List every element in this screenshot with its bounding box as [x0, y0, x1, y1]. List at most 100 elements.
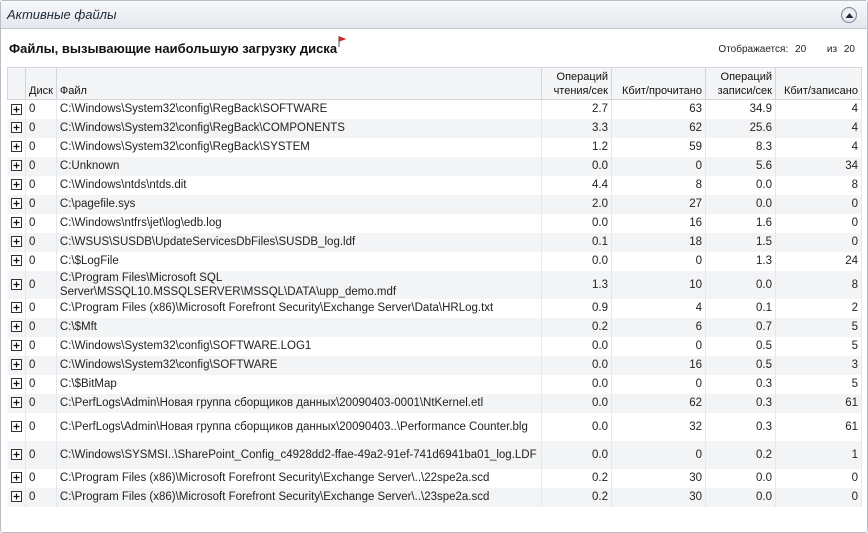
kb-written-cell: 0: [775, 194, 862, 214]
kb-written-cell: 24: [775, 251, 862, 271]
expand-cell: [7, 468, 26, 488]
column-header-reads[interactable]: Операций чтения/сек: [541, 67, 612, 100]
expand-plus-icon[interactable]: [10, 491, 22, 503]
table-row[interactable]: 0 C:\Program Files (x86)\Microsoft Forefr…: [7, 468, 862, 488]
disk-cell: 0: [25, 412, 57, 441]
expand-plus-icon[interactable]: [10, 302, 22, 314]
chevron-up-icon: [845, 12, 853, 18]
column-header-writes[interactable]: Операций записи/сек: [705, 67, 776, 100]
table-row[interactable]: 0 C:\Program Files\Microsoft SQL Server\M…: [7, 270, 862, 299]
disk-cell: 0: [25, 487, 57, 507]
expand-cell: [7, 298, 26, 318]
reads-cell: 0.0: [541, 412, 612, 441]
expand-plus-icon[interactable]: [10, 321, 22, 333]
column-header-disk[interactable]: Диск: [25, 67, 57, 100]
kb-written-cell: 4: [775, 118, 862, 138]
table-row[interactable]: 0 C:\$BitMap 0.0 0 0.3 5: [7, 374, 862, 394]
disk-cell: 0: [25, 156, 57, 176]
files-table: Диск Файл Операций чтения/сек Кбит/прочит…: [7, 67, 862, 507]
table-row[interactable]: 0 C:\Program Files (x86)\Microsoft Forefr…: [7, 487, 862, 507]
kb-read-cell: 6: [611, 317, 706, 337]
table-row[interactable]: 0 C:\Windows\System32\config\RegBack\SYST…: [7, 137, 862, 157]
expand-plus-icon[interactable]: [10, 448, 22, 460]
expand-plus-icon[interactable]: [10, 217, 22, 229]
expand-plus-icon[interactable]: [10, 236, 22, 248]
writes-cell: 0.0: [705, 487, 776, 507]
expand-plus-icon[interactable]: [10, 420, 22, 432]
file-cell: C:\Windows\System32\config\RegBack\SOFTW…: [56, 99, 543, 119]
kb-read-cell: 30: [611, 468, 706, 488]
reads-cell: 0.2: [541, 468, 612, 488]
expand-plus-icon[interactable]: [10, 340, 22, 352]
file-cell: C:\WSUS\SUSDB\UpdateServicesDbFiles\SUSD…: [56, 232, 543, 252]
expand-plus-icon[interactable]: [10, 179, 22, 191]
column-header-kb-read[interactable]: Кбит/прочитано: [611, 67, 706, 100]
kb-written-cell: 5: [775, 317, 862, 337]
writes-cell: 0.2: [705, 440, 776, 469]
reads-cell: 0.0: [541, 374, 612, 394]
count-info: Отображается: 20 из 20: [714, 44, 855, 55]
expand-plus-icon[interactable]: [10, 198, 22, 210]
expand-cell: [7, 137, 26, 157]
expand-cell: [7, 317, 26, 337]
column-header-file[interactable]: Файл: [55, 67, 543, 100]
writes-cell: 0.3: [705, 393, 776, 413]
table-row[interactable]: 0 C:\$Mft 0.2 6 0.7 5: [7, 317, 862, 337]
table-row[interactable]: 0 C:Unknown 0.0 0 5.6 34: [7, 156, 862, 176]
kb-written-cell: 8: [775, 175, 862, 195]
flag-icon[interactable]: [338, 36, 347, 47]
kb-read-cell: 0: [611, 336, 706, 356]
reads-cell: 1.3: [541, 270, 612, 299]
kb-read-cell: 32: [611, 412, 706, 441]
expand-plus-icon[interactable]: [10, 122, 22, 134]
kb-written-cell: 8: [775, 270, 862, 299]
table-row[interactable]: 0 C:\WSUS\SUSDB\UpdateServicesDbFiles\SUS…: [7, 232, 862, 252]
expand-plus-icon[interactable]: [10, 397, 22, 409]
kb-written-cell: 3: [775, 355, 862, 375]
expand-cell: [7, 232, 26, 252]
expand-plus-icon[interactable]: [10, 103, 22, 115]
table-row[interactable]: 0 C:\Windows\SYSMSI..\SharePoint_Config_c…: [7, 440, 862, 469]
table-row[interactable]: 0 C:\Windows\System32\config\RegBack\SOFT…: [7, 99, 862, 119]
reads-cell: 0.1: [541, 232, 612, 252]
reads-cell: 0.0: [541, 393, 612, 413]
expand-plus-icon[interactable]: [10, 472, 22, 484]
expand-cell: [7, 118, 26, 138]
writes-cell: 0.3: [705, 412, 776, 441]
expand-plus-icon[interactable]: [10, 378, 22, 390]
table-row[interactable]: 0 C:\Windows\ntds\ntds.dit 4.4 8 0.0 8: [7, 175, 862, 195]
table-row[interactable]: 0 C:\pagefile.sys 2.0 27 0.0 0: [7, 194, 862, 214]
kb-read-cell: 18: [611, 232, 706, 252]
expand-plus-icon[interactable]: [10, 278, 22, 290]
reads-cell: 0.0: [541, 336, 612, 356]
table-row[interactable]: 0 C:\Windows\System32\config\SOFTWARE.LOG…: [7, 336, 862, 356]
reads-cell: 1.2: [541, 137, 612, 157]
table-row[interactable]: 0 C:\PerfLogs\Admin\Новая группа сборщико…: [7, 412, 862, 441]
column-header-kb-written[interactable]: Кбит/записано: [775, 67, 862, 100]
writes-cell: 0.5: [705, 336, 776, 356]
reads-cell: 0.0: [541, 156, 612, 176]
writes-cell: 34.9: [705, 99, 776, 119]
expand-plus-icon[interactable]: [10, 141, 22, 153]
kb-written-cell: 61: [775, 412, 862, 441]
expand-cell: [7, 175, 26, 195]
table-row[interactable]: 0 C:\Windows\System32\config\SOFTWARE 0.0 1…: [7, 355, 862, 375]
table-row[interactable]: 0 C:\$LogFile 0.0 0 1.3 24: [7, 251, 862, 271]
collapse-button[interactable]: [841, 7, 857, 23]
table-row[interactable]: 0 C:\PerfLogs\Admin\Новая группа сборщико…: [7, 393, 862, 413]
writes-cell: 0.1: [705, 298, 776, 318]
expand-plus-icon[interactable]: [10, 160, 22, 172]
expand-plus-icon[interactable]: [10, 359, 22, 371]
expand-plus-icon[interactable]: [10, 255, 22, 267]
expand-cell: [7, 440, 26, 469]
table-row[interactable]: 0 C:\Windows\System32\config\RegBack\COMP…: [7, 118, 862, 138]
table-row[interactable]: 0 C:\Program Files (x86)\Microsoft Forefr…: [7, 298, 862, 318]
file-cell: C:\$LogFile: [56, 251, 543, 271]
reads-cell: 0.0: [541, 355, 612, 375]
kb-written-cell: 34: [775, 156, 862, 176]
kb-read-cell: 0: [611, 251, 706, 271]
writes-cell: 0.3: [705, 374, 776, 394]
expand-cell: [7, 374, 26, 394]
reads-cell: 0.0: [541, 440, 612, 469]
table-row[interactable]: 0 C:\Windows\ntfrs\jet\log\edb.log 0.0 16 1.…: [7, 213, 862, 233]
